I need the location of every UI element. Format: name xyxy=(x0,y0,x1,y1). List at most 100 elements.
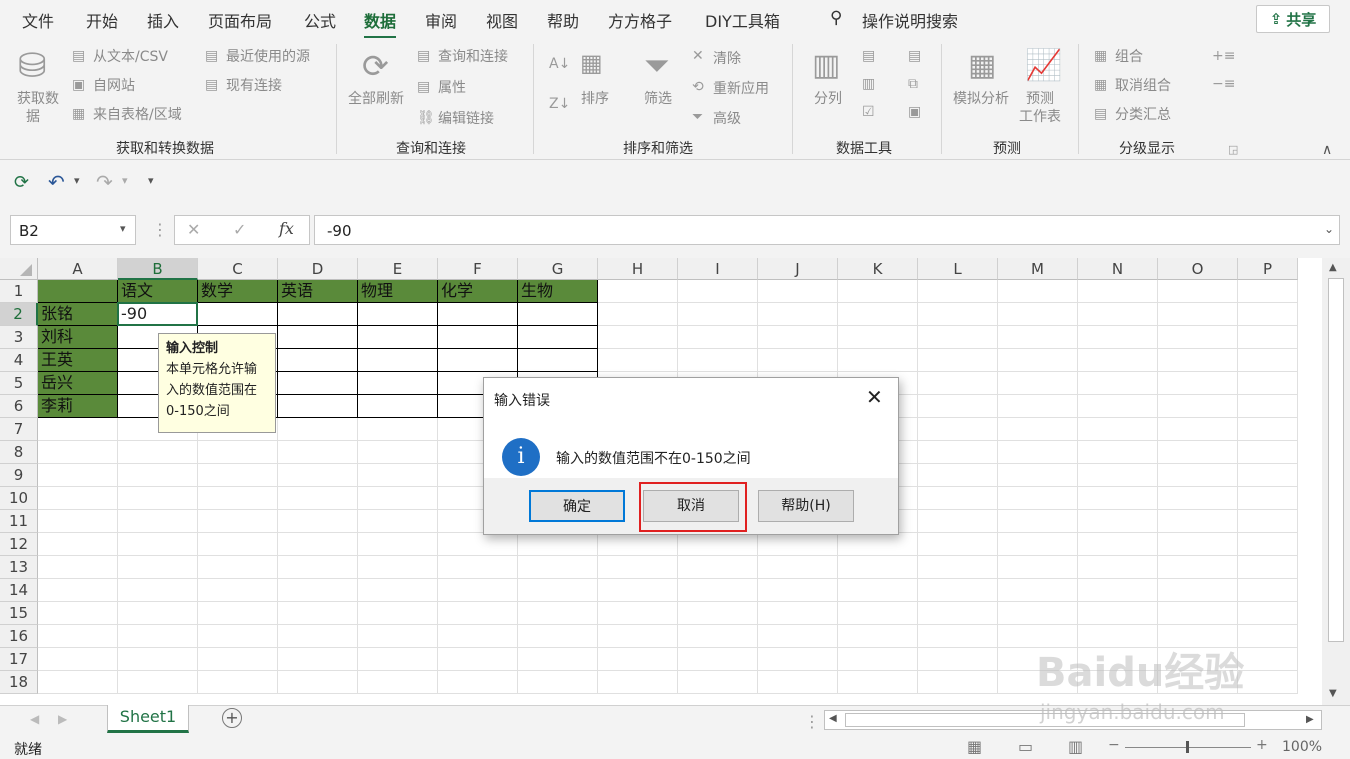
tab-formulas[interactable]: 公式 xyxy=(304,8,336,32)
cell[interactable] xyxy=(438,349,518,372)
name-cell[interactable]: 张铭 xyxy=(38,303,118,326)
name-box-dropdown-icon[interactable]: ▾ xyxy=(120,222,126,235)
cell[interactable] xyxy=(678,671,758,694)
cell[interactable] xyxy=(278,602,358,625)
cell[interactable] xyxy=(998,533,1078,556)
vertical-scrollbar[interactable]: ▲ ▼ xyxy=(1322,258,1350,705)
cell[interactable] xyxy=(678,556,758,579)
row-header[interactable]: 3 xyxy=(0,326,38,349)
cell[interactable] xyxy=(998,280,1078,303)
edit-links-button[interactable]: 编辑链接 xyxy=(438,108,494,128)
column-header[interactable]: G xyxy=(518,258,598,280)
scroll-left-icon[interactable]: ◀ xyxy=(829,713,837,724)
cell[interactable] xyxy=(1158,602,1238,625)
column-header[interactable]: A xyxy=(38,258,118,280)
cell[interactable] xyxy=(758,349,838,372)
add-sheet-icon[interactable]: + xyxy=(222,708,242,728)
cell[interactable] xyxy=(918,280,998,303)
cell[interactable] xyxy=(198,303,278,326)
cell[interactable] xyxy=(518,625,598,648)
tell-me-search[interactable]: 操作说明搜索 xyxy=(862,8,958,32)
cell[interactable] xyxy=(1158,418,1238,441)
refresh-all-button[interactable]: 全部刷新 xyxy=(348,88,404,108)
cell[interactable] xyxy=(758,326,838,349)
cell[interactable] xyxy=(1238,349,1298,372)
cell[interactable] xyxy=(198,648,278,671)
cell[interactable] xyxy=(278,556,358,579)
cell[interactable] xyxy=(1078,602,1158,625)
cell[interactable] xyxy=(678,280,758,303)
cell[interactable] xyxy=(278,625,358,648)
column-header[interactable]: E xyxy=(358,258,438,280)
cell[interactable] xyxy=(358,556,438,579)
cell[interactable] xyxy=(918,533,998,556)
tab-help[interactable]: 帮助 xyxy=(547,8,579,32)
tab-review[interactable]: 审阅 xyxy=(425,8,457,32)
cell[interactable] xyxy=(838,326,918,349)
cell[interactable] xyxy=(1158,280,1238,303)
cell[interactable] xyxy=(118,648,198,671)
cell[interactable] xyxy=(438,625,518,648)
cell[interactable] xyxy=(198,602,278,625)
name-cell[interactable]: 刘科 xyxy=(38,326,118,349)
cell[interactable] xyxy=(838,303,918,326)
cell[interactable] xyxy=(278,418,358,441)
row-header[interactable]: 8 xyxy=(0,441,38,464)
cell[interactable] xyxy=(758,648,838,671)
cell[interactable] xyxy=(38,418,118,441)
cell[interactable] xyxy=(358,441,438,464)
column-header[interactable]: C xyxy=(198,258,278,280)
cell[interactable] xyxy=(1238,533,1298,556)
cell[interactable] xyxy=(678,648,758,671)
scroll-thumb[interactable] xyxy=(1328,278,1344,642)
cell[interactable] xyxy=(38,464,118,487)
cell[interactable] xyxy=(758,625,838,648)
tab-page-layout[interactable]: 页面布局 xyxy=(208,8,272,32)
cell[interactable] xyxy=(198,671,278,694)
cell[interactable] xyxy=(358,648,438,671)
redo-dropdown-icon[interactable]: ▾ xyxy=(122,174,128,187)
from-web-button[interactable]: 自网站 xyxy=(93,75,135,95)
cell[interactable] xyxy=(758,602,838,625)
cell[interactable] xyxy=(838,671,918,694)
cell[interactable] xyxy=(1078,372,1158,395)
ungroup-button[interactable]: 取消组合 xyxy=(1115,75,1171,95)
cell[interactable] xyxy=(118,671,198,694)
cell[interactable] xyxy=(1158,441,1238,464)
cell[interactable] xyxy=(758,671,838,694)
from-text-button[interactable]: 从文本/CSV xyxy=(93,46,168,66)
cell[interactable] xyxy=(1078,280,1158,303)
cell[interactable] xyxy=(518,671,598,694)
cell[interactable] xyxy=(438,671,518,694)
cell[interactable] xyxy=(1158,326,1238,349)
column-header[interactable]: M xyxy=(998,258,1078,280)
cell[interactable] xyxy=(278,671,358,694)
confirm-entry-icon[interactable]: ✓ xyxy=(233,220,246,239)
cell[interactable] xyxy=(838,579,918,602)
header-cell[interactable]: 化学 xyxy=(438,280,518,303)
cell[interactable] xyxy=(918,671,998,694)
cell[interactable] xyxy=(678,602,758,625)
cell[interactable] xyxy=(998,349,1078,372)
header-cell[interactable]: 生物 xyxy=(518,280,598,303)
cell[interactable] xyxy=(1238,648,1298,671)
formula-input[interactable]: -90 xyxy=(314,215,1340,245)
sort-button[interactable]: 排序 xyxy=(581,88,609,108)
show-detail-icon[interactable]: +≡ xyxy=(1212,48,1235,64)
column-header[interactable]: L xyxy=(918,258,998,280)
cell[interactable] xyxy=(1238,671,1298,694)
name-box[interactable]: B2 xyxy=(10,215,136,245)
column-header[interactable]: K xyxy=(838,258,918,280)
cell[interactable] xyxy=(918,625,998,648)
cell[interactable] xyxy=(1158,556,1238,579)
cell[interactable] xyxy=(1238,464,1298,487)
cell[interactable] xyxy=(918,441,998,464)
cell[interactable] xyxy=(1078,349,1158,372)
cell[interactable] xyxy=(838,625,918,648)
cell[interactable] xyxy=(198,579,278,602)
cell[interactable] xyxy=(518,579,598,602)
page-layout-icon[interactable]: ▭ xyxy=(1018,737,1033,756)
cell[interactable] xyxy=(358,487,438,510)
clear-button[interactable]: 清除 xyxy=(713,48,741,68)
share-button[interactable]: ⇪ 共享 xyxy=(1256,5,1330,33)
